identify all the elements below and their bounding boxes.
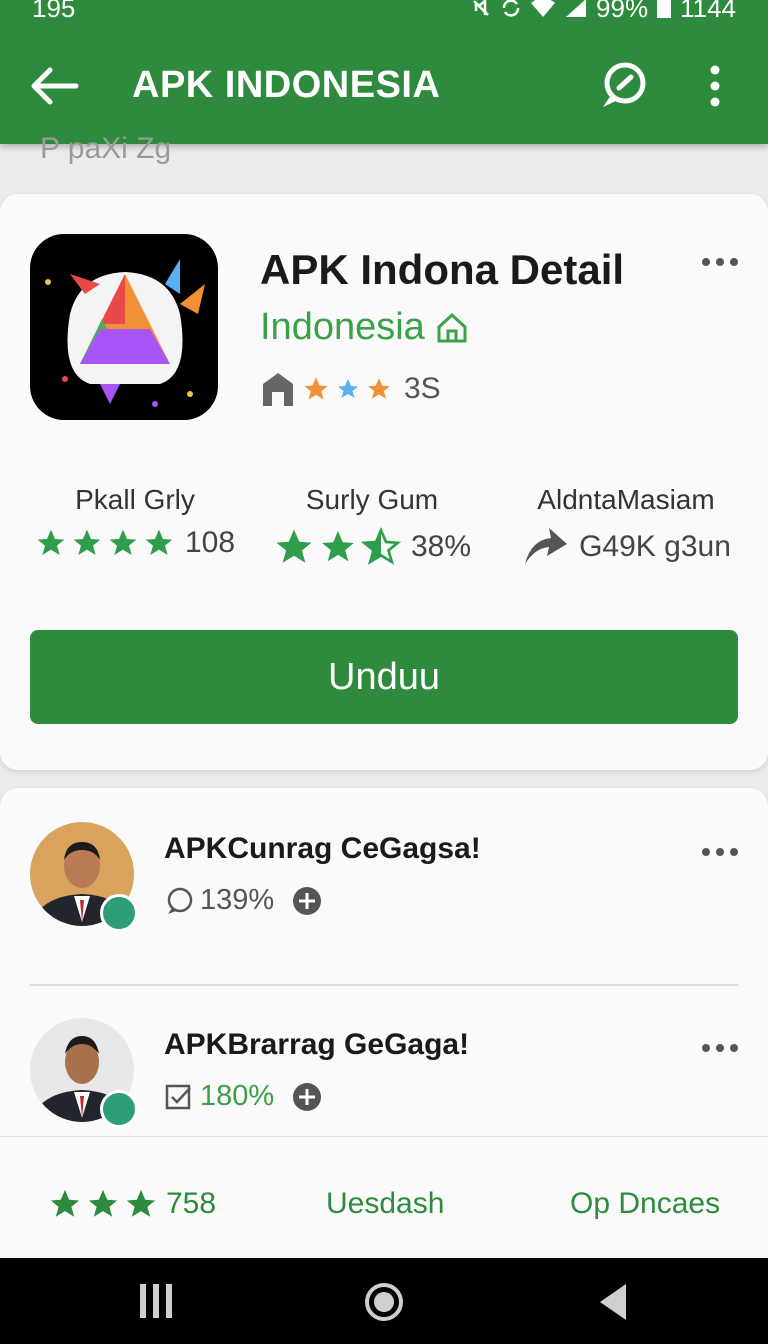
status-clock: 1144: [680, 0, 736, 23]
bottom-link-2[interactable]: Op Dncaes: [570, 1187, 720, 1221]
stat-downloads: AldntaMasiam G49K g3un: [506, 484, 746, 568]
star-icon: [88, 1189, 118, 1217]
stat-row: G49K g3un: [506, 526, 746, 568]
list-item[interactable]: APKBrarrag GeGaga! 180%: [0, 984, 768, 1134]
item-meta: 180%: [164, 1080, 322, 1113]
bottom-link-1[interactable]: Uesdash: [326, 1187, 444, 1221]
plus-circle-icon[interactable]: [292, 1082, 322, 1112]
share-arrow-icon: [525, 528, 568, 564]
home-icon[interactable]: [364, 1282, 404, 1322]
plus-circle-icon[interactable]: [292, 886, 322, 916]
star-icon: [338, 379, 358, 398]
item-name: APKBrarrag GeGaga!: [164, 1028, 470, 1061]
store-icon: [263, 373, 293, 406]
page-title: APK INDONESIA: [132, 64, 441, 106]
star-icon: [37, 529, 65, 555]
item-meta-value: 180%: [200, 1080, 275, 1112]
avatar: [30, 1018, 138, 1128]
developer-name: Indonesia: [260, 306, 425, 348]
mute-icon: [473, 0, 489, 16]
star-icon: [145, 529, 173, 555]
stat-value: 108: [184, 526, 236, 559]
status-bar: 195 99% 1144: [0, 0, 768, 26]
more-vert-icon[interactable]: [700, 64, 730, 108]
system-nav-bar: [0, 1258, 768, 1344]
status-time: 195: [32, 0, 76, 23]
app-logo: [30, 234, 218, 420]
stat-label: Pkall Grly: [75, 484, 195, 515]
app-name: APK Indona Detail: [260, 246, 625, 293]
list-item[interactable]: APKCunrag CeGagsa! 139%: [0, 788, 768, 938]
item-more-icon[interactable]: [700, 844, 740, 860]
developer-row[interactable]: Indonesia: [260, 306, 469, 349]
wifi-icon: [531, 0, 556, 17]
chat-icon[interactable]: [598, 60, 650, 112]
rating-count: 3S: [404, 372, 441, 405]
faded-header-text: P paXi Zg: [40, 132, 172, 165]
star-half-icon: [360, 527, 401, 565]
item-more-icon[interactable]: [700, 1040, 740, 1056]
stat-score: Surly Gum 38%: [262, 484, 482, 568]
comment-icon: [167, 887, 193, 914]
sync-icon: [502, 0, 520, 17]
home-outline-icon: [437, 312, 467, 342]
star-icon: [126, 1189, 156, 1217]
star-icon: [73, 529, 101, 555]
star-icon: [368, 378, 390, 399]
stat-label: Surly Gum: [305, 484, 439, 515]
download-button[interactable]: Unduu: [30, 630, 738, 724]
back-arrow-icon[interactable]: [26, 62, 82, 110]
back-triangle-icon[interactable]: [598, 1282, 628, 1322]
bottom-action-bar: 758 Uesdash Op Dncaes: [0, 1136, 768, 1259]
star-icon: [109, 529, 137, 555]
battery-icon: [657, 0, 672, 18]
star-icon: [322, 531, 354, 562]
item-meta-value: 139%: [200, 884, 275, 916]
signal-icon: [566, 0, 587, 17]
battery-percent: 99%: [596, 0, 649, 23]
checkbox-icon: [165, 1084, 191, 1109]
avatar: [30, 822, 138, 932]
rating-row: 3S: [260, 370, 441, 408]
app-bar: 195 99% 1144 APK INDONESIA: [0, 0, 768, 144]
bottom-rating-value: 758: [166, 1187, 217, 1220]
star-icon: [50, 1189, 80, 1217]
stat-value: 38%: [410, 530, 472, 563]
stat-row: 108: [30, 526, 240, 560]
recents-icon[interactable]: [138, 1282, 174, 1320]
stat-value: G49K g3un: [579, 530, 731, 563]
item-meta: 139%: [164, 884, 322, 917]
star-icon: [304, 377, 328, 400]
app-detail-card: APK Indona Detail Indonesia 3S Pkall Grl…: [0, 194, 768, 770]
chat-badge-icon: [100, 894, 138, 932]
card-more-icon[interactable]: [700, 254, 740, 270]
chat-badge-icon: [100, 1090, 138, 1128]
stat-label: AldntaMasiam: [537, 484, 715, 515]
bottom-rating[interactable]: 758: [48, 1187, 216, 1221]
star-icon: [276, 529, 312, 563]
stat-row: 38%: [262, 526, 482, 568]
stat-rating: Pkall Grly 108: [30, 484, 240, 560]
item-name: APKCunrag CeGagsa!: [164, 832, 481, 865]
status-icons: 99% 1144: [470, 0, 736, 23]
